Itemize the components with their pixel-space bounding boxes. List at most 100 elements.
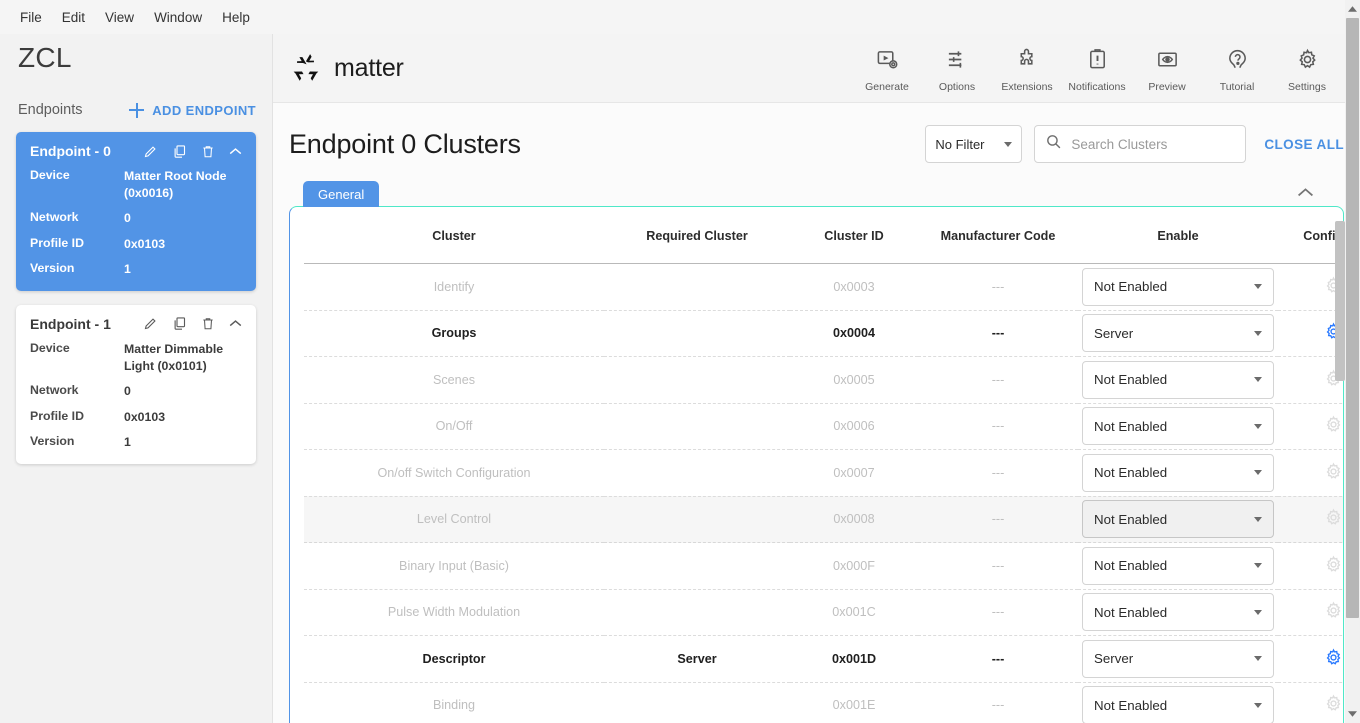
enable-select-value: Not Enabled — [1094, 605, 1167, 620]
cell-configure — [1278, 264, 1343, 311]
enable-select[interactable]: Not Enabled — [1082, 454, 1274, 492]
enable-select[interactable]: Not Enabled — [1082, 500, 1274, 538]
tab-general[interactable]: General — [303, 181, 379, 207]
cell-configure — [1278, 310, 1343, 357]
scroll-up-icon[interactable] — [1345, 0, 1360, 18]
enable-select[interactable]: Not Enabled — [1082, 268, 1274, 306]
cell-cluster-id: 0x0003 — [790, 264, 918, 311]
cell-required-cluster — [604, 357, 790, 404]
menu-item-help[interactable]: Help — [212, 7, 260, 28]
configure-gear-icon[interactable] — [1324, 462, 1343, 481]
field-key: Network — [30, 383, 124, 400]
page-scrollbar[interactable] — [1345, 0, 1360, 723]
cell-cluster-id: 0x0004 — [790, 310, 918, 357]
clusters-scroll[interactable]: Cluster Required Cluster Cluster ID Manu… — [290, 207, 1343, 723]
cell-required-cluster — [604, 496, 790, 543]
enable-select[interactable]: Server — [1082, 314, 1274, 352]
enable-select[interactable]: Server — [1082, 640, 1274, 678]
edit-icon[interactable] — [143, 144, 158, 159]
table-row[interactable]: Binary Input (Basic)0x000F---Not Enabled — [304, 543, 1343, 590]
scroll-down-icon[interactable] — [1345, 705, 1360, 723]
cell-required-cluster — [604, 264, 790, 311]
toolbar-options[interactable]: Options — [922, 44, 992, 93]
enable-select-value: Not Enabled — [1094, 698, 1167, 713]
toolbar-preview[interactable]: Preview — [1132, 44, 1202, 93]
section-collapse-icon[interactable] — [1297, 185, 1314, 203]
toolbar-notifications[interactable]: Notifications — [1062, 44, 1132, 93]
field-key: Version — [30, 434, 124, 451]
generate-icon — [876, 48, 899, 76]
endpoint-card-0-actions — [143, 144, 242, 159]
field-value: Matter Root Node (0x0016) — [124, 168, 242, 201]
toolbar-settings[interactable]: Settings — [1272, 44, 1342, 93]
cell-required-cluster — [604, 589, 790, 636]
add-endpoint-button[interactable]: ADD ENDPOINT — [129, 103, 256, 118]
configure-gear-icon[interactable] — [1324, 508, 1343, 527]
enable-select-value: Not Enabled — [1094, 512, 1167, 527]
table-row[interactable]: Scenes0x0005---Not Enabled — [304, 357, 1343, 404]
toolbar-generate[interactable]: Generate — [852, 44, 922, 93]
menu-item-edit[interactable]: Edit — [52, 7, 95, 28]
table-row[interactable]: Identify0x0003---Not Enabled — [304, 264, 1343, 311]
menu-item-file[interactable]: File — [10, 7, 52, 28]
toolbar-options-label: Options — [939, 81, 975, 93]
duplicate-icon[interactable] — [172, 316, 187, 331]
toolbar-actions: Generate Options E — [852, 44, 1342, 93]
configure-gear-icon[interactable] — [1324, 648, 1343, 667]
table-row[interactable]: Pulse Width Modulation0x001C---Not Enabl… — [304, 589, 1343, 636]
edit-icon[interactable] — [143, 316, 158, 331]
chevron-down-icon — [1254, 656, 1262, 661]
enable-select[interactable]: Not Enabled — [1082, 361, 1274, 399]
close-all-button[interactable]: CLOSE ALL — [1264, 137, 1344, 152]
collapse-icon[interactable] — [229, 147, 242, 156]
cell-configure — [1278, 450, 1343, 497]
configure-gear-icon[interactable] — [1324, 694, 1343, 713]
menu-item-window[interactable]: Window — [144, 7, 212, 28]
cell-configure — [1278, 403, 1343, 450]
cell-manufacturer-code: --- — [918, 264, 1078, 311]
configure-gear-icon[interactable] — [1324, 415, 1343, 434]
endpoint-card-1-actions — [143, 316, 242, 331]
menu-item-view[interactable]: View — [95, 7, 144, 28]
cell-cluster-id: 0x001D — [790, 636, 918, 683]
enable-select-value: Server — [1094, 651, 1133, 666]
table-row[interactable]: On/Off0x0006---Not Enabled — [304, 403, 1343, 450]
field-value: Matter Dimmable Light (0x0101) — [124, 341, 242, 374]
table-row[interactable]: DescriptorServer0x001D---Server — [304, 636, 1343, 683]
delete-icon[interactable] — [201, 144, 215, 159]
enable-select[interactable]: Not Enabled — [1082, 407, 1274, 445]
chevron-down-icon — [1254, 470, 1262, 475]
cell-cluster: Binary Input (Basic) — [304, 543, 604, 590]
cluster-section: General Cluster Required Cluster Cluster… — [289, 181, 1344, 723]
endpoint-card-0[interactable]: Endpoint - 0 Device — [16, 132, 256, 291]
search-input[interactable] — [1071, 137, 1235, 152]
table-scrollbar-thumb[interactable] — [1335, 221, 1345, 381]
toolbar-tutorial[interactable]: Tutorial — [1202, 44, 1272, 93]
enable-select[interactable]: Not Enabled — [1082, 686, 1274, 723]
duplicate-icon[interactable] — [172, 144, 187, 159]
endpoint-card-0-title: Endpoint - 0 — [30, 143, 143, 159]
collapse-icon[interactable] — [229, 319, 242, 328]
delete-icon[interactable] — [201, 316, 215, 331]
search-clusters-box[interactable] — [1034, 125, 1246, 163]
cell-required-cluster — [604, 310, 790, 357]
cell-enable: Server — [1078, 310, 1278, 357]
enable-select[interactable]: Not Enabled — [1082, 593, 1274, 631]
table-row[interactable]: On/off Switch Configuration0x0007---Not … — [304, 450, 1343, 497]
filter-select[interactable]: No Filter — [925, 125, 1022, 163]
endpoint-card-1[interactable]: Endpoint - 1 Device — [16, 305, 256, 464]
table-row[interactable]: Binding0x001E---Not Enabled — [304, 682, 1343, 723]
table-row[interactable]: Level Control0x0008---Not Enabled — [304, 496, 1343, 543]
page-header: Endpoint 0 Clusters No Filter CLOSE ALL — [289, 103, 1344, 181]
brand-wordmark: matter — [334, 54, 404, 83]
configure-gear-icon[interactable] — [1324, 601, 1343, 620]
enable-select-value: Not Enabled — [1094, 279, 1167, 294]
table-row[interactable]: Groups0x0004---Server — [304, 310, 1343, 357]
toolbar-extensions[interactable]: Extensions — [992, 44, 1062, 93]
field-key: Network — [30, 210, 124, 227]
cell-required-cluster — [604, 682, 790, 723]
brand: matter — [289, 51, 852, 86]
configure-gear-icon[interactable] — [1324, 555, 1343, 574]
page-scrollbar-thumb[interactable] — [1346, 18, 1359, 618]
enable-select[interactable]: Not Enabled — [1082, 547, 1274, 585]
